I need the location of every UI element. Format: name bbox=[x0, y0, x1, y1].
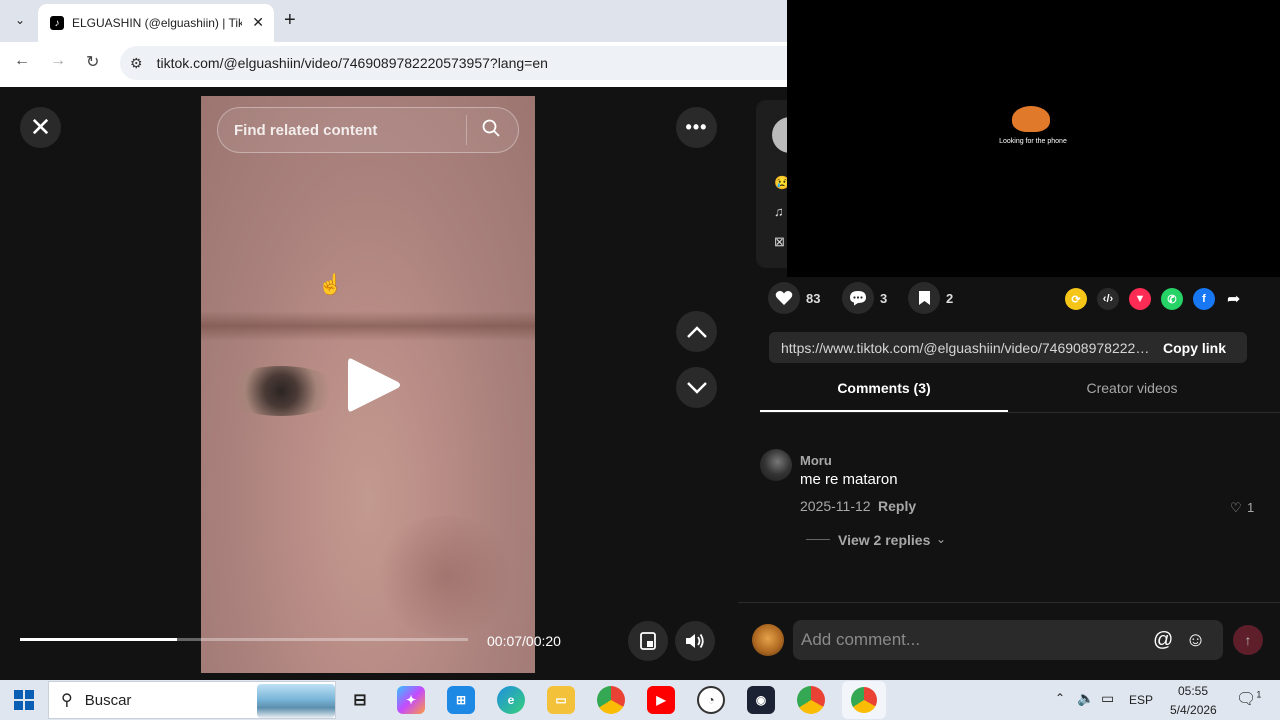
whatsapp-icon[interactable]: ✆ bbox=[1161, 288, 1183, 310]
tab-creator-videos[interactable]: Creator videos bbox=[1008, 380, 1256, 396]
microsoft-store-icon[interactable]: ⊞ bbox=[447, 686, 475, 714]
pip-caption: Looking for the phone bbox=[999, 138, 1067, 145]
windows-start-icon[interactable] bbox=[14, 690, 34, 715]
repost-icon[interactable]: ⟳ bbox=[1065, 288, 1087, 310]
share-link-url: https://www.tiktok.com/@elguashiin/video… bbox=[781, 339, 1153, 356]
comment-date: 2025-11-12 bbox=[800, 498, 871, 514]
send-to-friends-icon[interactable]: ▼ bbox=[1129, 288, 1151, 310]
view-replies-button[interactable]: View 2 replies bbox=[838, 532, 930, 548]
forward-arrow-icon[interactable]: → bbox=[50, 52, 66, 70]
tray-overflow-chevron-icon[interactable]: ⌃ bbox=[1055, 691, 1065, 705]
comment-username[interactable]: Moru bbox=[800, 453, 832, 468]
edge-icon[interactable]: e bbox=[497, 686, 525, 714]
back-arrow-icon[interactable]: ← bbox=[14, 52, 30, 70]
comment-input[interactable]: Add comment... @ ☺ bbox=[793, 620, 1223, 660]
taskbar-search-text: Buscar bbox=[84, 691, 132, 709]
video-time: 00:07/00:20 bbox=[487, 633, 561, 649]
music-note-icon: ♫ bbox=[774, 204, 784, 219]
search-placeholder: Find related content bbox=[234, 121, 378, 139]
copy-link-button[interactable]: Copy link bbox=[1163, 340, 1226, 356]
pip-cat-image bbox=[1012, 106, 1050, 132]
mention-icon[interactable]: @ bbox=[1153, 629, 1173, 652]
search-highlight-image bbox=[257, 684, 335, 718]
comment-like-count: 1 bbox=[1247, 500, 1255, 515]
video-frame-detail bbox=[221, 366, 341, 416]
play-icon[interactable] bbox=[346, 355, 402, 420]
tab-title: ELGUASHIN (@elguashiin) | TikTok bbox=[72, 16, 242, 30]
volume-icon[interactable] bbox=[675, 621, 715, 661]
chrome-icon[interactable] bbox=[597, 686, 625, 714]
chevron-down-icon[interactable]: ⌄ bbox=[936, 532, 946, 546]
clock-time[interactable]: 05:55 bbox=[1178, 684, 1208, 698]
input-language[interactable]: ESP bbox=[1129, 693, 1153, 707]
notification-center-icon[interactable]: 🗨1 bbox=[1236, 689, 1261, 709]
chrome-icon bbox=[851, 687, 877, 713]
comment-button[interactable] bbox=[842, 282, 874, 314]
notification-count: 1 bbox=[1256, 689, 1262, 700]
url-text: tiktok.com/@elguashiin/video/74690897822… bbox=[156, 55, 548, 71]
reload-icon[interactable]: ↻ bbox=[86, 52, 99, 72]
composer-divider bbox=[738, 602, 1280, 603]
search-icon: ⚲ bbox=[61, 692, 73, 709]
search-divider bbox=[466, 115, 467, 145]
comment-like-icon[interactable]: ♡ bbox=[1230, 500, 1242, 516]
speaker-icon[interactable]: 🔈 bbox=[1077, 690, 1094, 707]
bookmark-count: 2 bbox=[946, 291, 954, 306]
browser-tab[interactable]: ♪ ELGUASHIN (@elguashiin) | TikTok ✕ bbox=[38, 4, 274, 42]
tab-close-icon[interactable]: ✕ bbox=[252, 14, 264, 31]
facebook-icon[interactable]: f bbox=[1193, 288, 1215, 310]
tab-search-chevron-icon[interactable]: ⌄ bbox=[8, 8, 32, 32]
file-explorer-icon[interactable]: ▭ bbox=[547, 686, 575, 714]
video-frame-detail bbox=[201, 311, 535, 341]
tabs-divider bbox=[760, 412, 1280, 413]
tab-comments[interactable]: Comments (3) bbox=[760, 380, 1008, 396]
youtube-icon[interactable]: ▶ bbox=[647, 686, 675, 714]
task-view-icon[interactable]: ⊟ bbox=[346, 686, 374, 714]
clock-date[interactable]: 5/4/2026 bbox=[1170, 703, 1217, 717]
search-icon[interactable] bbox=[481, 118, 501, 143]
site-settings-icon[interactable]: ⚙ bbox=[130, 55, 143, 72]
emoji-picker-icon[interactable]: ☺ bbox=[1185, 629, 1205, 652]
new-tab-button[interactable]: + bbox=[284, 9, 296, 32]
send-comment-button[interactable]: ↑ bbox=[1233, 625, 1263, 655]
tiktok-favicon-icon: ♪ bbox=[50, 16, 64, 30]
capcut-icon: ⊠ bbox=[774, 234, 785, 249]
embed-code-icon[interactable]: ‹/› bbox=[1097, 288, 1119, 310]
taskbar-search-box[interactable]: ⚲ Buscar bbox=[48, 681, 336, 719]
picture-in-picture-icon[interactable] bbox=[628, 621, 668, 661]
previous-video-button[interactable] bbox=[676, 311, 717, 352]
next-video-button[interactable] bbox=[676, 367, 717, 408]
share-link-box: https://www.tiktok.com/@elguashiin/video… bbox=[769, 332, 1247, 363]
more-options-button[interactable]: ••• bbox=[676, 107, 717, 148]
video-progress-fill bbox=[20, 638, 177, 641]
active-tab-indicator bbox=[760, 410, 1008, 412]
comment-avatar[interactable] bbox=[760, 449, 792, 481]
user-avatar[interactable] bbox=[752, 624, 784, 656]
chrome-active-window[interactable] bbox=[842, 681, 886, 719]
video-frame-detail bbox=[371, 516, 521, 636]
chrome-profile-icon[interactable] bbox=[797, 686, 825, 714]
network-icon[interactable]: ▭ bbox=[1101, 690, 1114, 707]
copilot-icon[interactable]: ✦ bbox=[397, 686, 425, 714]
like-count: 83 bbox=[806, 291, 821, 306]
share-arrow-icon[interactable]: ➦ bbox=[1227, 289, 1240, 309]
hand-cursor-icon: ☝ bbox=[318, 274, 343, 296]
replies-divider bbox=[806, 539, 830, 540]
bookmark-button[interactable] bbox=[908, 282, 940, 314]
related-search-input[interactable]: Find related content bbox=[217, 107, 519, 153]
obs-icon[interactable]: ◉ bbox=[747, 686, 775, 714]
address-bar[interactable]: ⚙ tiktok.com/@elguashiin/video/746908978… bbox=[120, 46, 787, 80]
steam-icon[interactable]: ◔ bbox=[697, 686, 725, 714]
comment-count: 3 bbox=[880, 291, 888, 306]
like-button[interactable] bbox=[768, 282, 800, 314]
close-video-button[interactable]: ✕ bbox=[20, 107, 61, 148]
comment-text: me re mataron bbox=[800, 471, 898, 488]
reply-button[interactable]: Reply bbox=[878, 498, 916, 514]
comment-placeholder: Add comment... bbox=[801, 630, 921, 649]
